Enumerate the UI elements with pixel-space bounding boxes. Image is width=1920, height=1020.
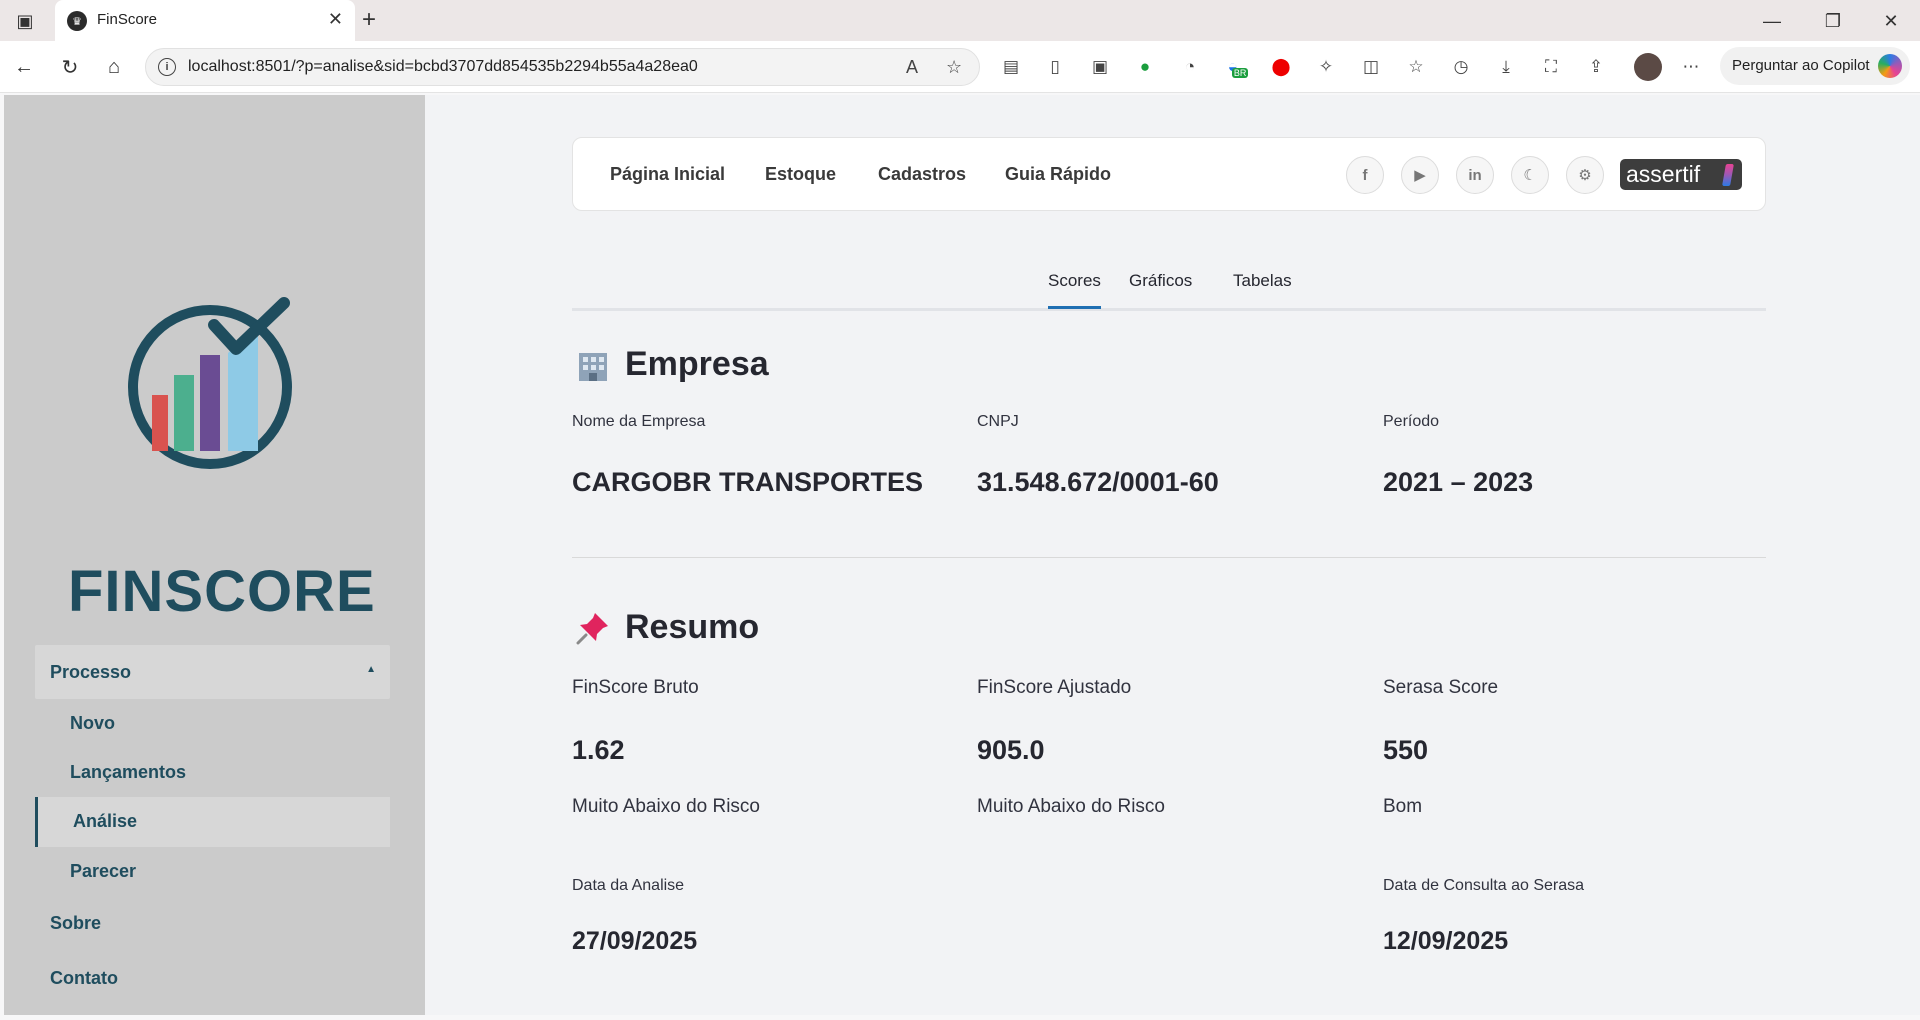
cnpj-value: 31.548.672/0001-60 xyxy=(977,467,1219,497)
assertif-logo[interactable]: assertif xyxy=(1620,159,1742,190)
data-analise-label: Data da Analise xyxy=(572,877,685,894)
back-icon[interactable]: ← xyxy=(10,53,38,81)
finscore-bruto-value: 1.62 xyxy=(572,735,625,765)
browser-toolbar: ← ↻ ⌂ i localhost:8501/?p=analise&sid=bc… xyxy=(0,41,1920,93)
data-serasa-label: Data de Consulta ao Serasa xyxy=(1383,877,1585,894)
finscore-bruto-label: FinScore Bruto xyxy=(572,677,699,698)
section-title-text: Resumo xyxy=(625,608,760,646)
assertif-text: assertif xyxy=(1626,161,1701,187)
gear-icon[interactable]: ⚙ xyxy=(1566,156,1604,194)
new-tab-icon[interactable]: + xyxy=(362,7,376,33)
finscore-ajustado-class: Muito Abaixo do Risco xyxy=(977,796,1165,817)
data-analise-value: 27/09/2025 xyxy=(572,927,698,955)
sidebar-item-contato[interactable]: Contato xyxy=(50,968,118,989)
section-empresa-title: Empresa xyxy=(575,345,769,384)
address-bar[interactable]: i localhost:8501/?p=analise&sid=bcbd3707… xyxy=(145,48,980,86)
logo-text: FINSCORE xyxy=(68,559,376,624)
downloads-icon[interactable]: ⤓ xyxy=(1493,54,1519,80)
top-navbar: Página Inicial Estoque Cadastros Guia Rá… xyxy=(572,137,1766,211)
favorites-icon[interactable]: ☆ xyxy=(1403,54,1429,80)
read-aloud-icon[interactable]: A xyxy=(906,57,918,78)
finscore-logo-icon xyxy=(128,297,292,469)
tab-tabelas[interactable]: Tabelas xyxy=(1233,271,1292,309)
pushpin-icon xyxy=(576,612,608,644)
finscore-ajustado-value: 905.0 xyxy=(977,735,1045,765)
serasa-score-value: 550 xyxy=(1383,735,1429,765)
sidebar-item-parecer[interactable]: Parecer xyxy=(70,861,136,882)
menu-group-processo[interactable]: Processo ▲ xyxy=(35,645,390,699)
moon-icon[interactable]: ☾ xyxy=(1511,156,1549,194)
history-icon[interactable]: ◷ xyxy=(1448,54,1474,80)
browser-tab-active[interactable]: ♛ FinScore ✕ xyxy=(55,0,355,41)
serasa-score-label: Serasa Score xyxy=(1383,677,1499,698)
picture-in-picture-icon[interactable]: ▣ xyxy=(1087,54,1113,80)
tab-title: FinScore xyxy=(97,11,158,28)
minimize-icon[interactable]: — xyxy=(1757,8,1787,34)
periodo-value: 2021 – 2023 xyxy=(1383,467,1534,497)
caret-up-icon: ▲ xyxy=(366,664,376,675)
nav-cadastros[interactable]: Cadastros xyxy=(878,164,966,185)
browser-tabbar: ▣ ♛ FinScore ✕ + — ❐ ✕ xyxy=(0,0,1920,41)
section-divider xyxy=(572,557,1766,558)
section-title-text: Empresa xyxy=(625,345,769,383)
data-serasa-value: 12/09/2025 xyxy=(1383,927,1509,955)
tab-actions-icon[interactable]: ▣ xyxy=(12,8,38,34)
sidebar-item-novo[interactable]: Novo xyxy=(70,713,115,734)
favorite-star-icon[interactable]: ☆ xyxy=(946,57,962,78)
building-icon xyxy=(579,352,607,381)
facebook-icon[interactable]: f xyxy=(1346,156,1384,194)
menu-group-label: Processo xyxy=(50,662,132,682)
assertif-mark-icon xyxy=(1722,164,1734,186)
finscore-bruto-class: Muito Abaixo do Risco xyxy=(572,796,760,817)
nav-estoque[interactable]: Estoque xyxy=(765,164,836,185)
tab-graficos[interactable]: Gráficos xyxy=(1129,271,1192,309)
cnpj-label: CNPJ xyxy=(977,413,1019,430)
extension-br-icon[interactable]: ◒ BR xyxy=(1225,54,1251,80)
sidebar-item-label: Análise xyxy=(73,811,138,831)
opera-icon[interactable]: ⬤ xyxy=(1268,54,1294,80)
nome-empresa-value: CARGOBR TRANSPORTES xyxy=(572,467,924,497)
nav-pagina-inicial[interactable]: Página Inicial xyxy=(610,164,725,185)
extensions-puzzle-icon[interactable]: ✧ xyxy=(1313,54,1339,80)
split-screen-icon[interactable]: ◫ xyxy=(1358,54,1384,80)
screenshot-icon[interactable]: ⛶ xyxy=(1538,54,1564,80)
nav-guia-rapido[interactable]: Guia Rápido xyxy=(1005,164,1111,185)
close-window-icon[interactable]: ✕ xyxy=(1876,8,1906,34)
address-url[interactable]: localhost:8501/?p=analise&sid=bcbd3707dd… xyxy=(188,58,698,76)
crown-icon: ♛ xyxy=(67,11,87,31)
document-icon[interactable]: ▯ xyxy=(1042,54,1068,80)
evernote-icon[interactable]: ● xyxy=(1132,54,1158,80)
reader-icon[interactable]: ▤ xyxy=(998,54,1024,80)
linkedin-icon[interactable]: in xyxy=(1456,156,1494,194)
restore-icon[interactable]: ❐ xyxy=(1818,8,1848,34)
share-icon[interactable]: ⇪ xyxy=(1583,54,1609,80)
periodo-label: Período xyxy=(1383,413,1440,430)
extension-badge: BR xyxy=(1231,68,1249,78)
copilot-button[interactable]: Perguntar ao Copilot xyxy=(1720,47,1910,85)
extension-cloud-icon[interactable]: ◔ xyxy=(1177,54,1203,80)
more-menu-icon[interactable]: ⋯ xyxy=(1678,54,1704,80)
sidebar-item-lancamentos[interactable]: Lançamentos xyxy=(70,762,186,783)
sidebar: FINSCORE Processo ▲ Novo Lançamentos Aná… xyxy=(4,95,425,1015)
main-content: Página Inicial Estoque Cadastros Guia Rá… xyxy=(425,95,1920,1015)
close-tab-icon[interactable]: ✕ xyxy=(328,9,343,30)
home-icon[interactable]: ⌂ xyxy=(100,53,128,81)
finscore-ajustado-label: FinScore Ajustado xyxy=(977,677,1132,698)
profile-avatar[interactable] xyxy=(1634,53,1662,81)
site-info-icon[interactable]: i xyxy=(158,58,176,76)
copilot-label: Perguntar ao Copilot xyxy=(1732,57,1870,74)
tabs-bar: Scores Gráficos Tabelas xyxy=(572,271,1766,311)
youtube-icon[interactable]: ▶ xyxy=(1401,156,1439,194)
serasa-score-class: Bom xyxy=(1383,796,1423,817)
sidebar-item-sobre[interactable]: Sobre xyxy=(50,913,101,934)
nome-empresa-label: Nome da Empresa xyxy=(572,413,706,430)
copilot-icon xyxy=(1878,54,1902,78)
refresh-icon[interactable]: ↻ xyxy=(56,53,84,81)
tab-scores[interactable]: Scores xyxy=(1048,271,1101,309)
sidebar-item-analise[interactable]: Análise xyxy=(35,797,390,847)
section-resumo-title: Resumo xyxy=(575,608,759,647)
